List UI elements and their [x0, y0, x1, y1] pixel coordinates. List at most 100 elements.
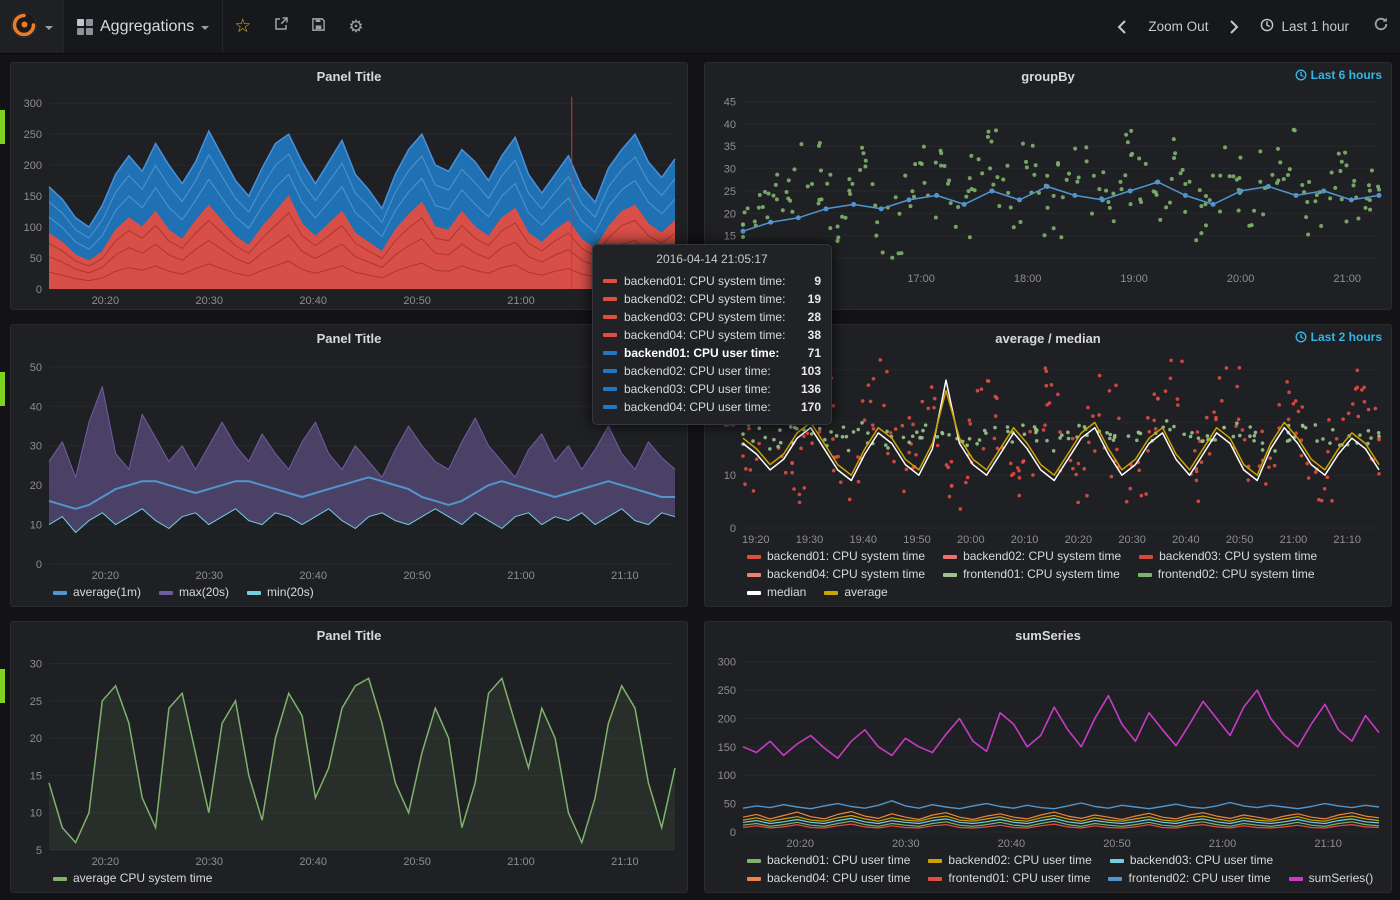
star-button[interactable]: ☆	[223, 0, 262, 53]
panel-title[interactable]: groupBy	[1021, 69, 1074, 84]
tooltip-row: backend03: CPU user time:136	[603, 380, 821, 398]
chevron-right-icon	[1229, 19, 1239, 35]
svg-text:50: 50	[30, 362, 42, 374]
series-color-icon	[603, 315, 617, 319]
tooltip-row: backend02: CPU user time:103	[603, 362, 821, 380]
series-color-icon	[603, 297, 617, 301]
series-color-icon	[824, 591, 838, 595]
grafana-logo-menu[interactable]	[0, 0, 64, 53]
svg-text:21:10: 21:10	[1333, 534, 1361, 546]
series-color-icon	[1110, 859, 1124, 863]
svg-text:20:20: 20:20	[786, 838, 814, 850]
svg-text:10: 10	[724, 470, 736, 482]
svg-text:20:00: 20:00	[957, 534, 985, 546]
svg-text:20:40: 20:40	[998, 838, 1026, 850]
share-button[interactable]	[262, 0, 300, 53]
time-shift-back-button[interactable]	[1109, 0, 1135, 53]
svg-text:20:50: 20:50	[1226, 534, 1254, 546]
legend-item[interactable]: average	[824, 584, 887, 601]
svg-text:300: 300	[24, 98, 42, 110]
save-button[interactable]	[300, 0, 337, 53]
legend-item[interactable]: min(20s)	[247, 584, 314, 601]
series-color-icon	[1108, 877, 1122, 881]
svg-text:20:20: 20:20	[92, 856, 120, 868]
star-icon: ☆	[234, 15, 251, 38]
grafana-logo-icon	[10, 11, 38, 43]
row-toggle[interactable]	[0, 372, 5, 406]
refresh-button[interactable]	[1362, 0, 1400, 53]
series-color-icon	[747, 877, 761, 881]
legend-item[interactable]: backend04: CPU system time	[747, 566, 925, 583]
svg-text:15: 15	[724, 231, 736, 243]
time-range-picker[interactable]: Last 1 hour	[1247, 0, 1362, 53]
graph-canvas[interactable]: 05010015020025030020:2020:3020:4020:5021…	[11, 89, 687, 309]
svg-text:250: 250	[24, 129, 42, 141]
svg-text:200: 200	[24, 160, 42, 172]
legend-item[interactable]: median	[747, 584, 806, 601]
graph-canvas[interactable]: 05010015020025030020:2020:3020:4020:5021…	[705, 648, 1391, 852]
legend-item[interactable]: backend03: CPU user time	[1110, 852, 1273, 869]
legend-item[interactable]: backend02: CPU system time	[943, 548, 1121, 565]
tooltip-row: backend03: CPU system time:28	[603, 308, 821, 326]
panel-title[interactable]: Panel Title	[317, 628, 382, 643]
svg-text:10: 10	[30, 520, 42, 532]
refresh-icon	[1373, 16, 1389, 37]
graph-legend: backend01: CPU user time backend02: CPU u…	[705, 852, 1391, 892]
legend-item[interactable]: frontend01: CPU system time	[943, 566, 1120, 583]
svg-text:0: 0	[730, 523, 736, 535]
svg-text:21:00: 21:00	[507, 856, 535, 868]
panel-title[interactable]: sumSeries	[1015, 628, 1081, 643]
legend-item[interactable]: max(20s)	[159, 584, 229, 601]
tooltip-row: backend01: CPU system time:9	[603, 272, 821, 290]
legend-item[interactable]: frontend01: CPU user time	[928, 870, 1090, 887]
svg-text:18:00: 18:00	[1014, 273, 1042, 285]
svg-text:20:20: 20:20	[92, 295, 120, 307]
svg-text:25: 25	[30, 696, 42, 708]
series-color-icon	[603, 279, 617, 283]
zoom-out-button[interactable]: Zoom Out	[1135, 0, 1221, 53]
svg-text:45: 45	[724, 96, 736, 108]
row-toggle[interactable]	[0, 669, 5, 703]
time-range-badge[interactable]: Last 6 hours	[1295, 68, 1382, 82]
svg-text:19:40: 19:40	[849, 534, 877, 546]
time-shift-forward-button[interactable]	[1221, 0, 1247, 53]
legend-item[interactable]: sumSeries()	[1289, 870, 1374, 887]
legend-item[interactable]: frontend02: CPU user time	[1108, 870, 1270, 887]
svg-text:21:00: 21:00	[1209, 838, 1237, 850]
series-color-icon	[928, 859, 942, 863]
time-range-badge[interactable]: Last 2 hours	[1295, 330, 1382, 344]
svg-text:20:30: 20:30	[1118, 534, 1146, 546]
time-range-label: Last 1 hour	[1281, 19, 1349, 34]
graph-canvas[interactable]: 5101520253020:2020:3020:4020:5021:0021:1…	[11, 648, 687, 870]
legend-item[interactable]: backend03: CPU system time	[1139, 548, 1317, 565]
graph-canvas[interactable]: 0102030405020:2020:3020:4020:5021:0021:1…	[11, 351, 687, 584]
series-color-icon	[247, 591, 261, 595]
legend-item[interactable]: backend04: CPU user time	[747, 870, 910, 887]
settings-button[interactable]: ⚙	[337, 0, 374, 53]
series-color-icon	[943, 555, 957, 559]
panel-title[interactable]: Panel Title	[317, 69, 382, 84]
tooltip-row: backend02: CPU system time:19	[603, 290, 821, 308]
series-color-icon	[603, 333, 617, 337]
svg-text:21:10: 21:10	[611, 570, 639, 582]
row-toggle[interactable]	[0, 110, 5, 144]
svg-text:0: 0	[36, 559, 42, 571]
svg-text:0: 0	[36, 284, 42, 296]
svg-text:20:30: 20:30	[195, 570, 223, 582]
svg-text:20:50: 20:50	[403, 856, 431, 868]
legend-item[interactable]: frontend02: CPU system time	[1138, 566, 1315, 583]
tooltip-row: backend04: CPU system time:38	[603, 326, 821, 344]
svg-text:20: 20	[30, 480, 42, 492]
legend-item[interactable]: average(1m)	[53, 584, 141, 601]
legend-item[interactable]: backend02: CPU user time	[928, 852, 1091, 869]
panel-title[interactable]: average / median	[995, 331, 1101, 346]
svg-text:21:00: 21:00	[507, 570, 535, 582]
legend-item[interactable]: backend01: CPU user time	[747, 852, 910, 869]
panel-title[interactable]: Panel Title	[317, 331, 382, 346]
legend-item[interactable]: backend01: CPU system time	[747, 548, 925, 565]
legend-item[interactable]: average CPU system time	[53, 870, 212, 887]
dashboard-picker[interactable]: Aggregations	[64, 0, 223, 53]
series-color-icon	[603, 369, 617, 373]
svg-text:19:00: 19:00	[1120, 273, 1148, 285]
svg-text:21:00: 21:00	[1280, 534, 1308, 546]
